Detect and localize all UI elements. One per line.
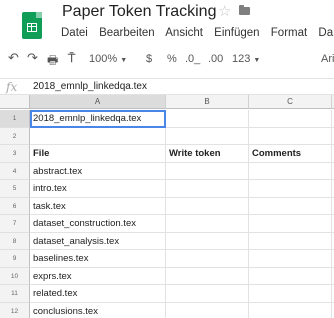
title-bar: Paper Token Tracking ☆ Datei Bearbeiten … <box>0 0 334 46</box>
cell-b1[interactable] <box>166 110 249 128</box>
cell-c6[interactable] <box>249 197 332 215</box>
row-header[interactable]: 2 <box>0 127 30 145</box>
cell-a8[interactable]: dataset_analysis.tex <box>30 232 166 250</box>
cell-c11[interactable] <box>249 285 332 303</box>
table-row: 12 conclusions.tex <box>0 302 334 318</box>
row-header[interactable]: 10 <box>0 267 30 285</box>
redo-icon[interactable]: ↷ <box>27 50 38 66</box>
fx-icon: fx <box>6 80 18 94</box>
cell-c10[interactable] <box>249 267 332 285</box>
menu-file[interactable]: Datei <box>61 27 88 39</box>
cell-c8[interactable] <box>249 232 332 250</box>
table-row: 2 <box>0 127 334 145</box>
zoom-select[interactable]: 100% ▼ <box>89 53 127 65</box>
table-row: 3 File Write token Comments <box>0 145 334 163</box>
table-row: 10 exprs.tex <box>0 267 334 285</box>
row-header[interactable]: 4 <box>0 162 30 180</box>
chevron-down-icon: ▼ <box>120 57 128 64</box>
cell-b11[interactable] <box>166 285 249 303</box>
formula-bar: fx 2018_emnlp_linkedqa.tex <box>0 78 334 95</box>
toolbar: ↶ ↷ 🖶 ⍑ 100% ▼ $ % .0_ .00 123 ▼ Ari <box>0 47 334 75</box>
chevron-down-icon: ▼ <box>253 57 261 64</box>
row-header[interactable]: 6 <box>0 197 30 215</box>
cell-c1[interactable] <box>249 110 332 128</box>
row-header[interactable]: 5 <box>0 180 30 198</box>
cell-b9[interactable] <box>166 250 249 268</box>
cell-a11[interactable]: related.tex <box>30 285 166 303</box>
table-row: 8 dataset_analysis.tex <box>0 232 334 250</box>
currency-format-button[interactable]: $ <box>146 53 152 65</box>
cell-c2[interactable] <box>249 127 332 145</box>
cell-b7[interactable] <box>166 215 249 233</box>
menu-format[interactable]: Format <box>271 27 307 39</box>
menu-edit[interactable]: Bearbeiten <box>99 27 155 39</box>
menu-view[interactable]: Ansicht <box>165 27 203 39</box>
menu-bar: Datei Bearbeiten Ansicht Einfügen Format… <box>61 27 334 41</box>
spreadsheet-grid: A B C 1 2018_emnlp_linkedqa.tex 2 3 File Writ… <box>0 95 334 318</box>
folder-icon[interactable] <box>239 5 250 15</box>
cell-a3[interactable]: File <box>30 145 166 163</box>
table-row: 4 abstract.tex <box>0 162 334 180</box>
cell-b6[interactable] <box>166 197 249 215</box>
cell-b12[interactable] <box>166 302 249 318</box>
table-row: 1 2018_emnlp_linkedqa.tex <box>0 110 334 128</box>
cell-a1[interactable]: 2018_emnlp_linkedqa.tex <box>30 110 166 128</box>
cell-c4[interactable] <box>249 162 332 180</box>
row-header[interactable]: 11 <box>0 285 30 303</box>
font-family-select[interactable]: Ari <box>321 53 334 65</box>
increase-decimals-button[interactable]: .00 <box>208 53 223 65</box>
formula-input[interactable]: 2018_emnlp_linkedqa.tex <box>33 81 147 92</box>
table-row: 6 task.tex <box>0 197 334 215</box>
percent-format-button[interactable]: % <box>167 53 177 65</box>
row-header[interactable]: 9 <box>0 250 30 268</box>
sheets-icon[interactable] <box>22 12 42 39</box>
cell-b3[interactable]: Write token <box>166 145 249 163</box>
row-header[interactable]: 3 <box>0 145 30 163</box>
cell-a2[interactable] <box>30 127 166 145</box>
undo-icon[interactable]: ↶ <box>8 50 19 66</box>
cell-a12[interactable]: conclusions.tex <box>30 302 166 318</box>
cell-a9[interactable]: baselines.tex <box>30 250 166 268</box>
menu-data[interactable]: Da <box>318 27 333 39</box>
decrease-decimals-button[interactable]: .0_ <box>185 53 200 65</box>
cell-c12[interactable] <box>249 302 332 318</box>
cell-c5[interactable] <box>249 180 332 198</box>
print-icon[interactable]: 🖶 <box>47 51 58 72</box>
cell-b4[interactable] <box>166 162 249 180</box>
table-row: 9 baselines.tex <box>0 250 334 268</box>
cell-c7[interactable] <box>249 215 332 233</box>
cell-a4[interactable]: abstract.tex <box>30 162 166 180</box>
column-header-a[interactable]: A <box>30 95 166 109</box>
cell-c3[interactable]: Comments <box>249 145 332 163</box>
cell-b10[interactable] <box>166 267 249 285</box>
row-header[interactable]: 12 <box>0 302 30 318</box>
row-header[interactable]: 1 <box>0 110 30 128</box>
cell-b8[interactable] <box>166 232 249 250</box>
column-header-b[interactable]: B <box>166 95 249 109</box>
row-header[interactable]: 7 <box>0 215 30 233</box>
cell-a6[interactable]: task.tex <box>30 197 166 215</box>
table-row: 11 related.tex <box>0 285 334 303</box>
column-header-c[interactable]: C <box>249 95 332 109</box>
cell-a5[interactable]: intro.tex <box>30 180 166 198</box>
cell-b2[interactable] <box>166 127 249 145</box>
cell-a7[interactable]: dataset_construction.tex <box>30 215 166 233</box>
paint-format-icon[interactable]: ⍑ <box>68 51 75 66</box>
number-format-select[interactable]: 123 ▼ <box>232 53 260 65</box>
cell-a10[interactable]: exprs.tex <box>30 267 166 285</box>
select-all-corner[interactable] <box>0 95 30 109</box>
document-title[interactable]: Paper Token Tracking <box>62 3 216 21</box>
cell-c9[interactable] <box>249 250 332 268</box>
table-row: 7 dataset_construction.tex <box>0 215 334 233</box>
row-header[interactable]: 8 <box>0 232 30 250</box>
star-icon[interactable]: ☆ <box>218 2 231 20</box>
table-row: 5 intro.tex <box>0 180 334 198</box>
cell-b5[interactable] <box>166 180 249 198</box>
menu-insert[interactable]: Einfügen <box>214 27 259 39</box>
